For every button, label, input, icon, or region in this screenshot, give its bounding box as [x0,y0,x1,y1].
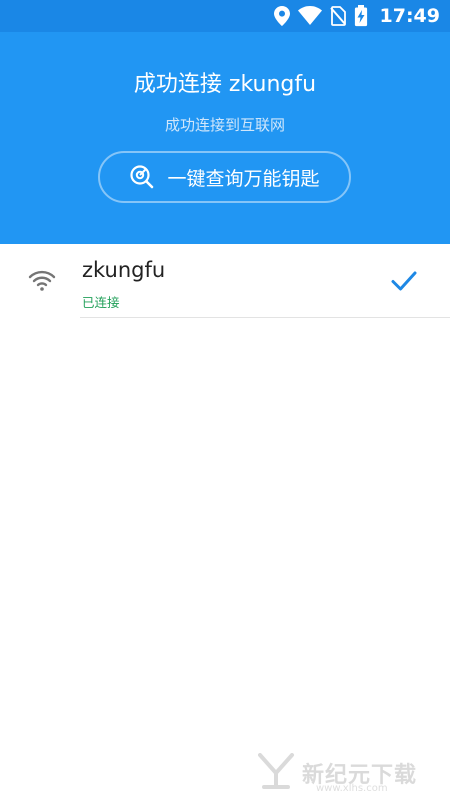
query-master-key-label: 一键查询万能钥匙 [167,167,320,190]
checkmark-icon [390,269,418,293]
radar-search-icon [129,164,155,190]
list-divider [80,317,450,318]
wifi-signal-icon [28,268,56,292]
status-bar: 17:49 [0,0,450,32]
app-screen: 17:49 成功连接 zkungfu 成功连接到互联网 一键查询万能钥匙 zku… [0,0,450,800]
wifi-status-icon [297,0,322,32]
connection-subtitle: 成功连接到互联网 [164,116,285,134]
watermark: 新纪元下载 www.xlhs.com [256,745,450,800]
watermark-url: www.xlhs.com [316,783,388,794]
connection-header: 成功连接 zkungfu 成功连接到互联网 一键查询万能钥匙 [0,32,450,244]
clock: 17:49 [379,5,440,27]
network-list-item[interactable]: zkungfu 已连接 [0,244,450,318]
no-sim-icon [329,0,346,32]
battery-charging-icon [354,0,368,32]
watermark-logo-icon [256,751,296,795]
query-master-key-button[interactable]: 一键查询万能钥匙 [98,151,351,203]
connection-title: 成功连接 zkungfu [133,72,317,97]
network-status: 已连接 [82,295,120,310]
network-ssid: zkungfu [82,258,166,282]
location-icon [273,0,290,32]
